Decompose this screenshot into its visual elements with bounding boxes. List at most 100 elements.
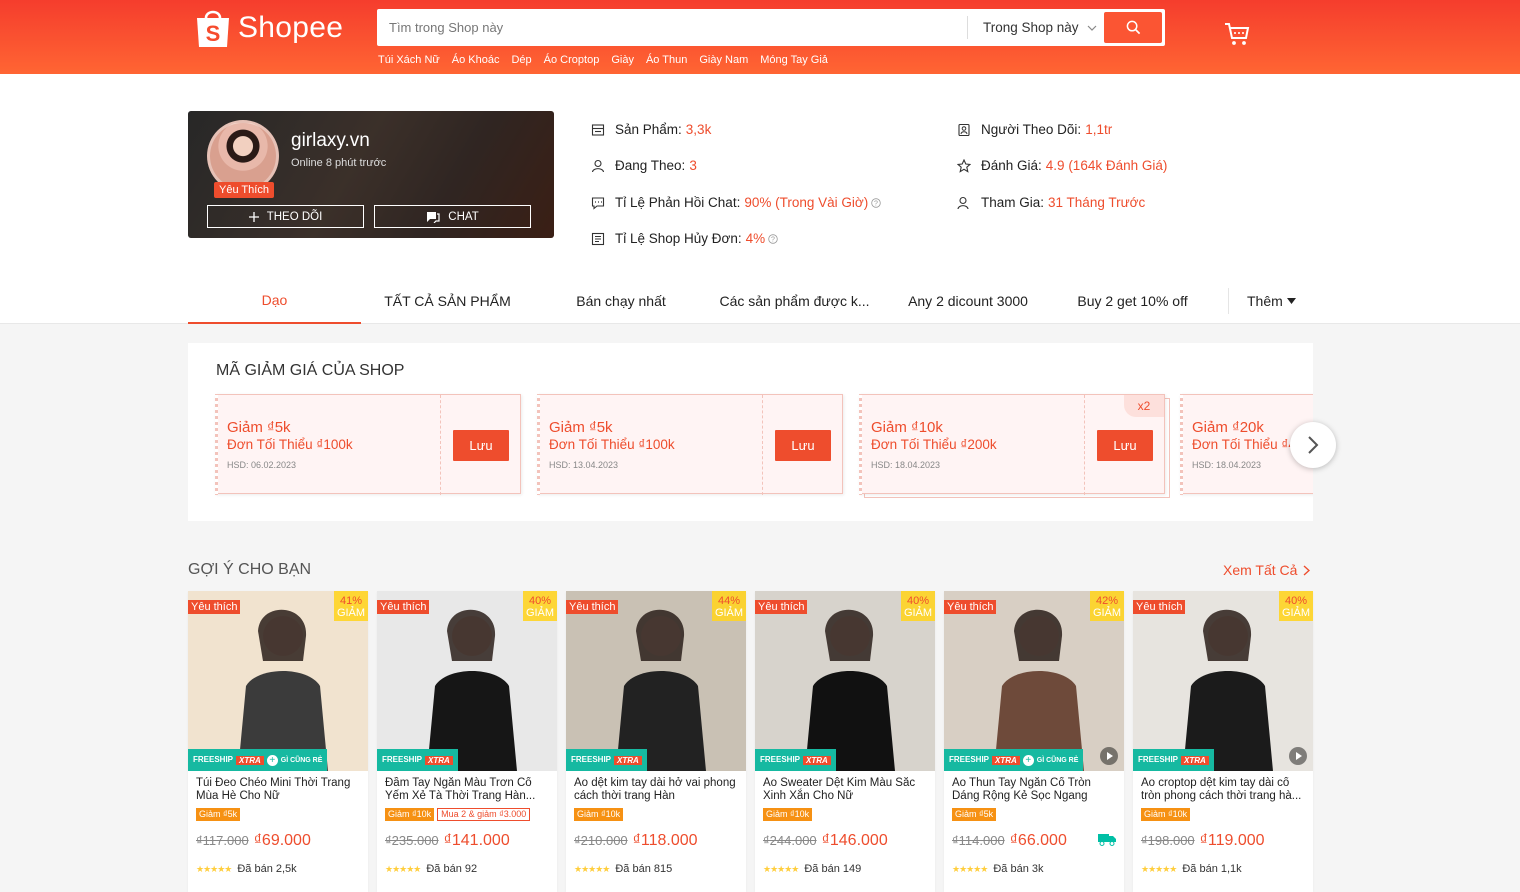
chat-bubble-icon [591, 196, 605, 210]
product-name[interactable]: Áo Thun Tay Ngắn Cổ Tròn Dáng Rộng Kẻ Sọ… [952, 777, 1116, 803]
quick-link[interactable]: Móng Tay Giả [760, 54, 828, 66]
discount-percent: 44% [717, 595, 741, 607]
product-tags: Giảm ₫10k [1141, 808, 1191, 821]
product-card[interactable]: Yêu thích 44% GIẢM FREESHIP XTRA Áo dệt kim t… [566, 591, 746, 892]
quick-link[interactable]: Dép [511, 54, 531, 66]
product-card[interactable]: Yêu thích 40% GIẢM FREESHIP XTRA Áo croptop d… [1133, 591, 1313, 892]
save-voucher-button[interactable]: Lưu [1097, 430, 1153, 461]
freeship-xtra-banner: FREESHIP XTRA [1133, 749, 1214, 771]
tab-buy-2-get[interactable]: Buy 2 get 10% off [1055, 278, 1210, 324]
product-name[interactable]: Áo Sweater Dệt Kim Màu Sắc Xinh Xắn Cho … [763, 777, 927, 803]
cart-icon[interactable] [1223, 20, 1251, 48]
chevron-right-icon [1308, 436, 1319, 454]
sold-count: Đã bán 815 [615, 863, 673, 875]
play-video-icon[interactable] [1289, 747, 1307, 765]
product-card[interactable]: Yêu thích 41% GIẢM FREESHIP XTRA + GÌ CŨNG RẺ T… [188, 591, 368, 892]
quick-link[interactable]: Áo Khoác [452, 54, 500, 66]
chat-button[interactable]: CHAT [374, 205, 531, 228]
follow-button[interactable]: THEO DÕI [207, 205, 364, 228]
shopee-logo[interactable]: S Shopee [194, 7, 343, 49]
voucher-tag: Giảm ₫10k [574, 808, 624, 821]
gi-cung-re-label: GÌ CŨNG RẺ [1036, 756, 1079, 764]
shop-name: girlaxy.vn [291, 130, 370, 151]
discount-badge: 42% GIẢM [1090, 591, 1124, 621]
tab-best-sellers[interactable]: Bán chạy nhất [534, 278, 708, 324]
rating-stars-icon: ★★★★★ [952, 863, 988, 874]
favorite-badge: Yêu thích [1133, 600, 1186, 614]
favorite-badge: Yêu thích [944, 600, 997, 614]
xtra-label: XTRA [425, 755, 453, 765]
tab-dao[interactable]: Dạo [188, 278, 361, 324]
product-rating-sold: ★★★★★ Đã bán 149 [763, 863, 861, 875]
stat-label: Tỉ Lệ Shop Hủy Đơn: [615, 231, 742, 246]
product-name[interactable]: Đầm Tay Ngắn Màu Trơn Cổ Yếm Xẻ Tà Thời … [385, 777, 549, 803]
discount-label: GIẢM [336, 607, 366, 619]
person-icon [591, 159, 605, 172]
product-card[interactable]: Yêu thích 40% GIẢM FREESHIP XTRA Áo Sweater D… [755, 591, 935, 892]
play-video-icon[interactable] [1100, 747, 1118, 765]
sold-count: Đã bán 92 [426, 863, 478, 875]
product-price: ₫235.000 ₫141.000 [385, 832, 510, 850]
voucher-divider [762, 395, 763, 495]
star-icon [957, 158, 971, 173]
stat-following: Đang Theo: 3 [591, 158, 697, 173]
quick-link[interactable]: Túi Xách Nữ [378, 54, 440, 66]
quick-link[interactable]: Áo Thun [646, 54, 687, 66]
voucher-next-button[interactable] [1290, 422, 1336, 468]
search-icon [1126, 20, 1140, 35]
quick-link[interactable]: Áo Croptop [544, 54, 600, 66]
quick-link[interactable]: Giày [611, 54, 634, 66]
tab-any-2-discount[interactable]: Any 2 dicount 3000 [881, 278, 1055, 324]
see-all-link[interactable]: Xem Tất Cả [1223, 562, 1311, 578]
voucher-quantity-badge: x2 [1124, 395, 1164, 417]
voucher-card: Giảm ₫5k Đơn Tối Thiểu ₫100k HSD: 13.04.… [537, 394, 843, 495]
sold-count: Đã bán 2,5k [237, 863, 297, 875]
product-name[interactable]: Áo croptop dệt kim tay dài cổ tròn phong… [1141, 777, 1305, 803]
search-scope-label: Trong Shop này [983, 20, 1079, 35]
stat-value: 90% (Trong Vài Giờ) [744, 195, 869, 210]
product-price: ₫114.000 ₫66.000 [952, 832, 1067, 850]
tab-recommended[interactable]: Các sản phẩm được k... [708, 278, 881, 324]
product-name[interactable]: Áo dệt kim tay dài hở vai phong cách thờ… [574, 777, 738, 803]
voucher-tag: Giảm ₫10k [763, 808, 813, 821]
stat-value: 3,3k [685, 122, 712, 137]
sale-price: ₫66.000 [1009, 832, 1067, 849]
product-card[interactable]: Yêu thích 42% GIẢM FREESHIP XTRA + GÌ CŨNG RẺ Á… [944, 591, 1124, 892]
play-triangle-icon [1107, 752, 1113, 760]
save-voucher-button[interactable]: Lưu [775, 430, 831, 461]
sale-price: ₫118.000 [632, 832, 698, 849]
favorite-badge: Yêu Thích [214, 182, 274, 198]
chat-icon [427, 211, 440, 223]
help-icon[interactable]: ? [768, 233, 778, 244]
discount-label: GIẢM [903, 607, 933, 619]
discount-label: GIẢM [714, 607, 744, 619]
shop-tabs: Dạo TẤT CẢ SẢN PHẨM Bán chạy nhất Các sả… [188, 278, 1313, 324]
sale-price: ₫146.000 [821, 832, 888, 849]
product-name[interactable]: Túi Đeo Chéo Mini Thời Trang Mùa Hè Cho … [196, 777, 360, 803]
voucher-card: Giảm ₫10k Đơn Tối Thiểu ₫200k HSD: 18.04… [859, 394, 1165, 495]
product-price: ₫117.000 ₫69.000 [196, 832, 311, 850]
search-scope-dropdown[interactable]: Trong Shop này [967, 16, 1107, 39]
product-price: ₫210.000 ₫118.000 [574, 832, 698, 850]
product-tags: Giảm ₫10k Mua 2 & giảm ₫3.000 [385, 808, 531, 821]
help-icon[interactable]: ? [871, 197, 881, 208]
product-tags: Giảm ₫10k [763, 808, 813, 821]
store-icon [591, 123, 605, 136]
search-input[interactable] [377, 9, 967, 46]
voucher-expiry: HSD: 18.04.2023 [871, 460, 941, 470]
quick-link[interactable]: Giày Nam [699, 54, 748, 66]
search-button[interactable] [1104, 12, 1162, 43]
rating-stars-icon: ★★★★★ [574, 863, 610, 874]
voucher-min-order: Đơn Tối Thiểu ₫100k [227, 437, 353, 452]
stat-label: Đang Theo: [615, 158, 686, 173]
tab-more-dropdown[interactable]: Thêm [1247, 293, 1296, 309]
stat-products: Sản Phẩm: 3,3k [591, 122, 711, 137]
product-card[interactable]: Yêu thích 40% GIẢM FREESHIP XTRA Đầm Tay Ngắn… [377, 591, 557, 892]
tab-all-products[interactable]: TẤT CẢ SẢN PHẨM [361, 278, 534, 324]
save-voucher-button[interactable]: Lưu [453, 430, 509, 461]
search-bar: Trong Shop này [377, 9, 1165, 46]
shopping-bag-icon: S [197, 10, 229, 47]
voucher-discount: Giảm ₫10k [871, 419, 943, 436]
svg-text:?: ? [771, 236, 775, 243]
tab-divider [1228, 288, 1229, 314]
